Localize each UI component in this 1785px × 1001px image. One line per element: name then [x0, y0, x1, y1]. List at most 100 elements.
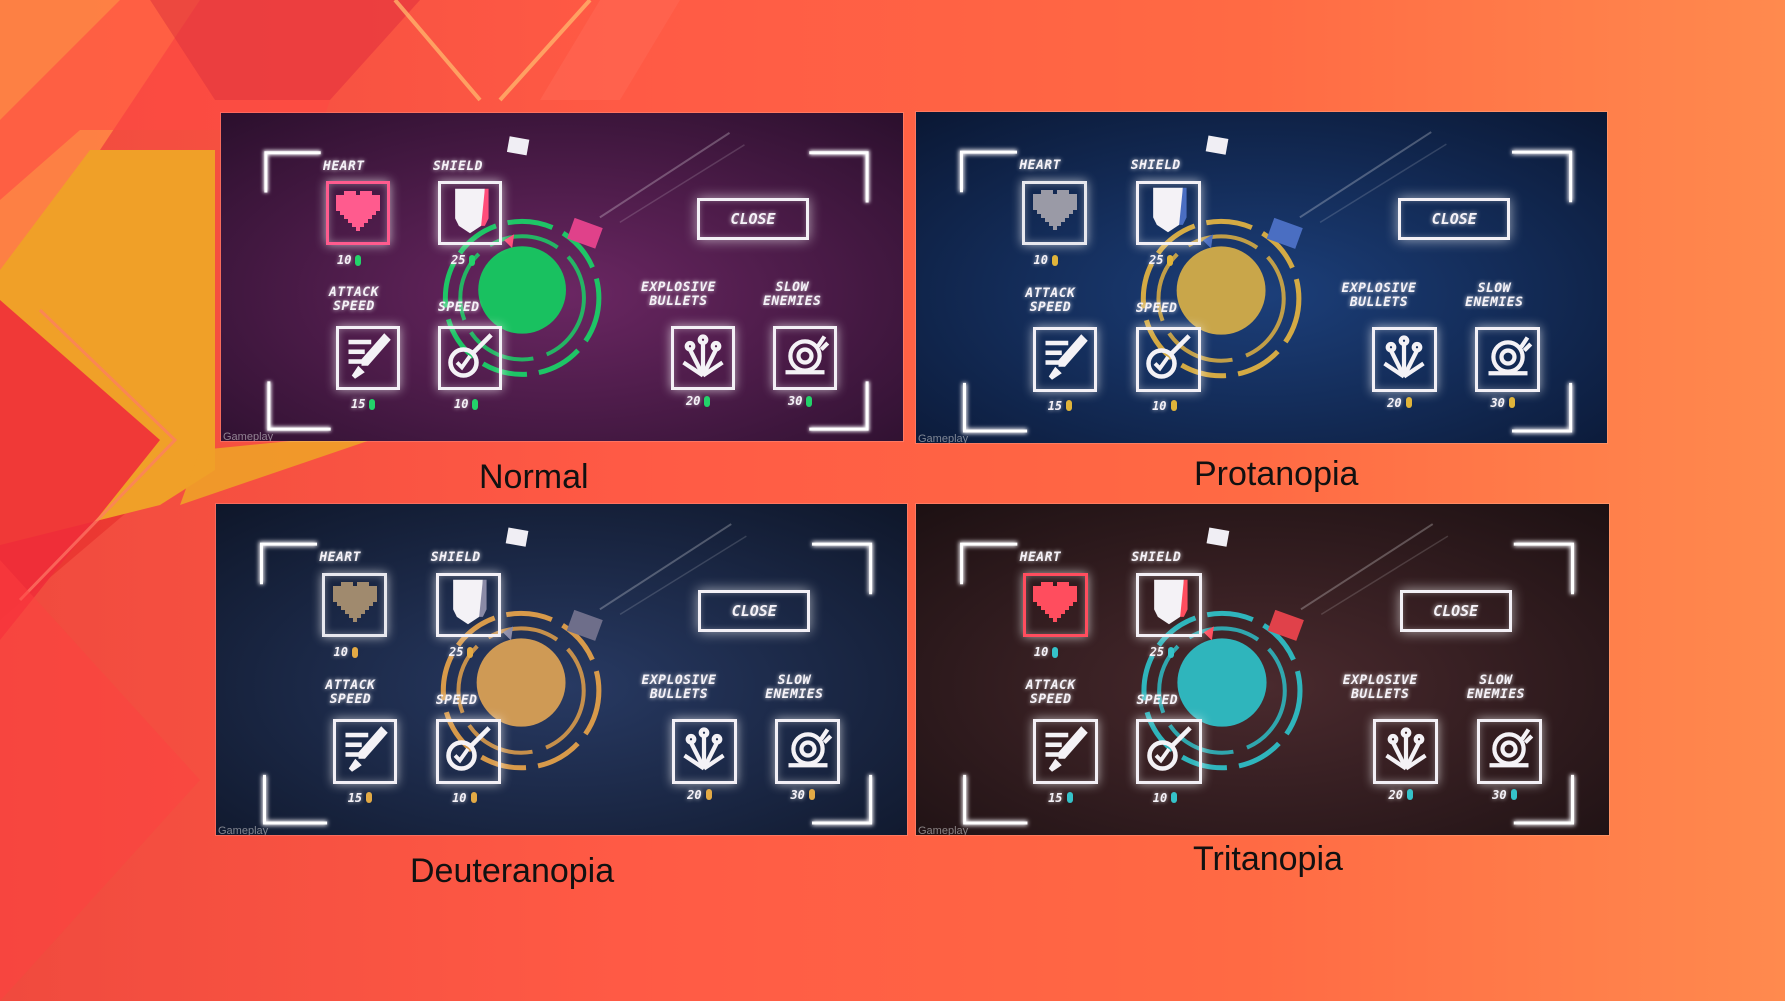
screenshot-tritanopia: HEART SHIELD ATTACK SPEED SPEED EXPLOSIVE BU… [915, 503, 1610, 836]
price-value: 10 [1033, 253, 1048, 268]
shield-tile[interactable] [1136, 572, 1202, 638]
shield-icon [1143, 576, 1195, 633]
speed-label: SPEED [438, 300, 480, 315]
price-value: 20 [686, 394, 701, 408]
screenshot-protanopia: HEART SHIELD ATTACK SPEED SPEED EXPLOSIVE BU… [915, 111, 1608, 444]
explosion-icon [677, 330, 729, 387]
attack-speed-label: ATTACK SPEED [325, 677, 376, 707]
heart-label: HEART [1019, 158, 1061, 174]
coin-icon [1406, 789, 1413, 801]
coin-icon [1052, 646, 1059, 658]
slow-enemies-price: 30 [1490, 395, 1515, 410]
screenshot-normal: HEART SHIELD ATTACK SPEED SPEED EXPLOSIVE BU… [220, 112, 904, 442]
speed-tile[interactable] [435, 718, 501, 784]
speed-icon [1142, 331, 1194, 388]
shield-label: SHIELD [430, 550, 481, 566]
attack-speed-tile[interactable] [336, 326, 400, 390]
slow-enemies-tile[interactable] [1475, 326, 1541, 392]
slow-enemies-label: SLOW ENEMIES [765, 672, 824, 702]
close-button[interactable]: CLOSE [1398, 197, 1511, 240]
shield-tile[interactable] [435, 572, 501, 638]
gameplay-watermark: Gameplay [918, 433, 969, 444]
explosive-bullets-tile[interactable] [1373, 718, 1439, 784]
close-button[interactable]: CLOSE [697, 198, 809, 240]
close-button[interactable]: CLOSE [698, 589, 811, 632]
coin-icon [1508, 397, 1515, 409]
shield-price: 25 [1149, 253, 1174, 268]
coin-icon [1168, 646, 1175, 658]
coin-icon [1170, 400, 1177, 412]
shield-icon [1142, 184, 1194, 241]
heart-label: HEART [323, 159, 365, 174]
explosive-bullets-label: EXPLOSIVE BULLETS [641, 280, 716, 309]
caption-tritanopia: Tritanopia [1193, 840, 1343, 878]
speed-price: 10 [454, 397, 479, 411]
speed-price: 10 [1152, 399, 1177, 413]
heart-price: 10 [337, 253, 362, 267]
heart-tile[interactable] [326, 181, 390, 245]
slow-enemies-tile[interactable] [775, 718, 841, 784]
explosive-bullets-tile[interactable] [1371, 326, 1437, 392]
price-value: 20 [687, 787, 702, 802]
coin-icon [1051, 254, 1058, 266]
slow-enemies-label: SLOW ENEMIES [1466, 672, 1525, 702]
attack-speed-tile[interactable] [332, 718, 398, 784]
attack-speed-label: ATTACK SPEED [1025, 285, 1076, 315]
explosive-bullets-price: 20 [687, 787, 712, 802]
slow-enemies-label: SLOW ENEMIES [1465, 280, 1524, 310]
slow-enemies-price: 30 [790, 788, 815, 802]
price-value: 10 [452, 790, 467, 805]
heart-price: 10 [334, 645, 358, 659]
speed-icon [444, 330, 496, 387]
explosive-bullets-tile[interactable] [671, 326, 735, 390]
price-value: 10 [1152, 790, 1168, 805]
attack-speed-price: 15 [1048, 790, 1073, 805]
slow-enemies-tile[interactable] [1476, 718, 1542, 784]
coin-icon [351, 646, 358, 658]
close-button[interactable]: CLOSE [1399, 589, 1512, 632]
slow-enemies-price: 30 [1492, 787, 1517, 802]
explosion-icon [1378, 331, 1430, 388]
explosive-bullets-price: 20 [1387, 395, 1412, 410]
heart-tile[interactable] [1022, 572, 1088, 638]
slow-enemies-price: 30 [788, 394, 813, 408]
coin-icon [705, 789, 712, 801]
explosive-bullets-price: 20 [1388, 788, 1413, 802]
coin-icon [1510, 789, 1517, 801]
slow-enemies-tile[interactable] [773, 326, 837, 390]
heart-label: HEART [1019, 550, 1062, 566]
price-value: 15 [1048, 790, 1063, 805]
shield-icon [444, 185, 496, 242]
heart-icon [1029, 184, 1081, 241]
explosive-bullets-tile[interactable] [671, 718, 737, 784]
shield-tile[interactable] [438, 181, 502, 245]
speed-tile[interactable] [1135, 326, 1201, 392]
coin-icon [1171, 792, 1178, 804]
price-value: 20 [1387, 395, 1402, 410]
attack-speed-tile[interactable] [1032, 326, 1098, 392]
price-value: 30 [1492, 787, 1507, 802]
explosive-bullets-label: EXPLOSIVE BULLETS [641, 672, 717, 702]
coin-icon [806, 395, 813, 407]
price-value: 10 [333, 645, 348, 660]
explosion-icon [1380, 723, 1432, 780]
snail-icon [782, 723, 834, 780]
speed-tile[interactable] [438, 326, 502, 390]
attack-speed-tile[interactable] [1032, 718, 1098, 784]
coin-icon [369, 398, 376, 410]
coin-icon [355, 254, 362, 266]
heart-icon [332, 185, 384, 242]
explosive-bullets-label: EXPLOSIVE BULLETS [1341, 280, 1417, 310]
snail-icon [1483, 723, 1535, 780]
price-value: 30 [1490, 395, 1505, 410]
speed-tile[interactable] [1136, 718, 1202, 784]
heart-tile[interactable] [322, 572, 388, 638]
slow-enemies-label: SLOW ENEMIES [763, 280, 822, 309]
shield-tile[interactable] [1135, 180, 1201, 246]
sword-icon [339, 723, 391, 780]
caption-deuteranopia: Deuteranopia [410, 852, 615, 890]
heart-price: 10 [1034, 253, 1058, 267]
shield-icon [442, 576, 494, 633]
price-value: 25 [1149, 253, 1164, 268]
heart-tile[interactable] [1022, 180, 1088, 246]
